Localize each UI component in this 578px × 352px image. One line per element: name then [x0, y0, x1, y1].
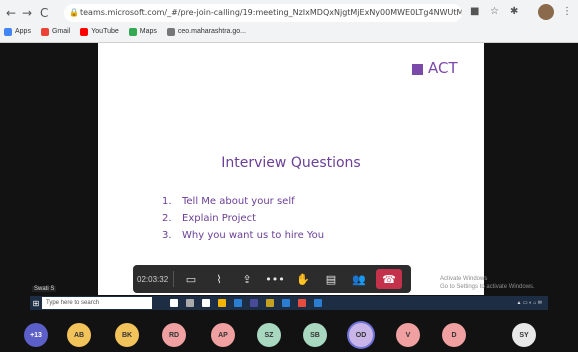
extension-icon[interactable]: ✱	[510, 6, 518, 17]
participant-strip: +13 AB BK RD AP SZ SB OD V D SY	[0, 312, 578, 352]
slide-brand: ACT	[428, 59, 458, 77]
windows-taskbar: ⊞ Type here to search ▲ ▭ ◐ ⌂ ✉	[30, 296, 548, 310]
teams-app-icon[interactable]	[250, 299, 258, 307]
youtube-icon	[80, 28, 89, 36]
participant-avatar[interactable]: AB	[67, 323, 91, 347]
edge-icon[interactable]	[282, 299, 290, 307]
presenter-label: Swati S	[32, 286, 57, 292]
toolbar-divider	[173, 271, 174, 287]
video-off-icon[interactable]: ▭	[180, 269, 202, 289]
participant-avatar[interactable]: SB	[303, 323, 327, 347]
list-item: 2. Explain Project	[162, 213, 256, 224]
globe-icon	[166, 28, 175, 36]
bookmark-apps[interactable]: Apps	[4, 25, 31, 39]
bookmarks-bar: Apps Gmail YouTube Maps ceo.maharashtra.…	[4, 25, 246, 39]
chat-icon[interactable]: ▤	[320, 269, 342, 289]
act-logo-square	[412, 64, 423, 75]
task-view-icon[interactable]	[170, 299, 178, 307]
bookmark-maps[interactable]: Maps	[128, 25, 157, 39]
cast-icon[interactable]: ■	[470, 6, 479, 17]
windows-start-icon[interactable]: ⊞	[30, 297, 42, 309]
participant-avatar[interactable]: V	[396, 323, 420, 347]
list-item: 1. Tell Me about your self	[162, 196, 295, 207]
hang-up-button[interactable]: ☎	[376, 269, 402, 289]
participant-avatar[interactable]: AP	[211, 323, 235, 347]
app-icon[interactable]	[266, 299, 274, 307]
back-icon[interactable]: ←	[6, 6, 16, 20]
slide-title: Interview Questions	[221, 155, 361, 171]
browser-chrome: ← → C 🔒 teams.microsoft.com/_#/pre-join-…	[0, 0, 578, 43]
call-timer: 02:03:32	[137, 274, 169, 284]
shared-slide: ACT Interview Questions 1. Tell Me about …	[98, 43, 484, 295]
apps-icon	[4, 28, 12, 36]
meeting-stage: ACT Interview Questions 1. Tell Me about …	[0, 43, 578, 352]
menu-icon[interactable]: ⋮	[562, 6, 572, 17]
lock-icon: 🔒	[69, 8, 79, 17]
participant-avatar[interactable]: +13	[24, 323, 48, 347]
list-item: 3. Why you want us to hire You	[162, 230, 325, 241]
activate-windows-watermark: Activate Windows Go to Settings to activ…	[440, 276, 535, 290]
mic-off-icon[interactable]: ⌇	[208, 269, 230, 289]
forward-icon[interactable]: →	[22, 6, 32, 20]
share-screen-icon[interactable]: ⇪	[236, 269, 258, 289]
taskbar-search[interactable]: Type here to search	[42, 297, 152, 309]
participant-avatar[interactable]: OD	[349, 323, 373, 347]
participant-avatar[interactable]: D	[442, 323, 466, 347]
address-bar[interactable]: 🔒 teams.microsoft.com/_#/pre-join-callin…	[64, 4, 462, 22]
explorer-icon[interactable]	[202, 299, 210, 307]
participant-avatar[interactable]: BK	[115, 323, 139, 347]
system-tray[interactable]: ▲ ▭ ◐ ⌂ ✉	[517, 300, 548, 306]
url-text: teams.microsoft.com/_#/pre-join-calling/…	[80, 8, 462, 17]
bookmark-ceo[interactable]: ceo.maharashtra.go...	[166, 25, 246, 39]
participant-avatar[interactable]: SY	[512, 323, 536, 347]
participant-avatar[interactable]: RD	[162, 323, 186, 347]
call-toolbar: 02:03:32 ▭ ⌇ ⇪ ••• ✋ ▤ 👥 ☎	[133, 265, 411, 293]
store-icon[interactable]	[314, 299, 322, 307]
folder-icon[interactable]	[218, 299, 226, 307]
bookmark-gmail[interactable]: Gmail	[40, 25, 70, 39]
star-icon[interactable]: ☆	[490, 6, 499, 17]
bookmark-youtube[interactable]: YouTube	[80, 25, 119, 39]
mail-icon[interactable]	[234, 299, 242, 307]
participant-avatar[interactable]: SZ	[257, 323, 281, 347]
question-list: 1. Tell Me about your self 2. Explain Proj…	[162, 193, 324, 244]
gmail-icon	[40, 28, 49, 36]
profile-avatar[interactable]	[538, 4, 554, 20]
participants-icon[interactable]: 👥	[348, 269, 370, 289]
more-actions-icon[interactable]: •••	[264, 269, 286, 289]
files-icon[interactable]	[186, 299, 194, 307]
maps-icon	[128, 28, 137, 36]
raise-hand-icon[interactable]: ✋	[292, 269, 314, 289]
reload-icon[interactable]: C	[40, 6, 48, 20]
chrome-icon[interactable]	[298, 299, 306, 307]
